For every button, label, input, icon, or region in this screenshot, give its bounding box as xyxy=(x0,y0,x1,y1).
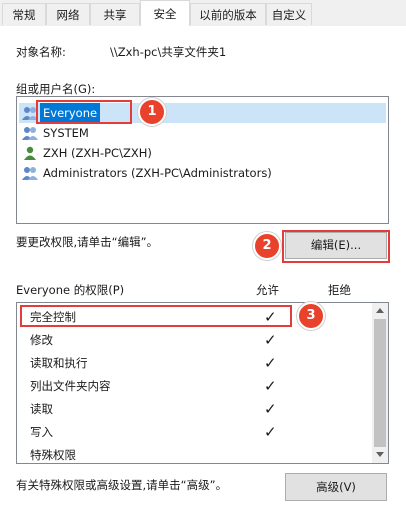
user-icon xyxy=(24,146,36,160)
scroll-down-icon[interactable] xyxy=(376,452,384,457)
change-hint: 要更改权限,请单击“编辑”。 xyxy=(16,235,159,249)
users-icon xyxy=(22,167,38,180)
security-panel: 对象名称: \\Zxh-pc\共享文件夹1 组或用户名(G): Everyone… xyxy=(0,26,406,524)
permission-name: 写入 xyxy=(30,425,53,439)
object-name-label: 对象名称: xyxy=(16,45,66,59)
tab-network[interactable]: 网络 xyxy=(46,3,90,25)
list-item-zxh[interactable]: ZXH (ZXH-PC\ZXH) xyxy=(19,143,386,163)
highlight-everyone xyxy=(36,100,132,124)
permission-row-write: 写入 ✓ xyxy=(17,421,372,444)
user-name: ZXH (ZXH-PC\ZXH) xyxy=(43,146,152,160)
permission-name: 修改 xyxy=(30,333,53,347)
allow-check-icon: ✓ xyxy=(264,377,277,395)
list-item-system[interactable]: SYSTEM xyxy=(19,123,386,143)
permission-row-modify: 修改 ✓ xyxy=(17,329,372,352)
groups-label: 组或用户名(G): xyxy=(16,82,96,96)
allow-check-icon: ✓ xyxy=(264,423,277,441)
object-name-value: \\Zxh-pc\共享文件夹1 xyxy=(110,45,227,59)
allow-check-icon: ✓ xyxy=(264,354,277,372)
list-item-administrators[interactable]: Administrators (ZXH-PC\Administrators) xyxy=(19,163,386,183)
permission-row-read: 读取 ✓ xyxy=(17,398,372,421)
permission-row-special: 特殊权限 xyxy=(17,444,372,467)
tab-sharing[interactable]: 共享 xyxy=(90,3,140,25)
user-name: SYSTEM xyxy=(43,126,89,140)
permission-row-read-execute: 读取和执行 ✓ xyxy=(17,352,372,375)
annotation-badge-2: 2 xyxy=(253,232,281,260)
annotation-badge-3: 3 xyxy=(297,302,325,330)
tab-general[interactable]: 常规 xyxy=(2,3,46,25)
allow-check-icon: ✓ xyxy=(264,331,277,349)
highlight-full-control xyxy=(20,305,292,327)
permission-name: 列出文件夹内容 xyxy=(30,379,111,393)
tab-previous-versions[interactable]: 以前的版本 xyxy=(190,3,266,25)
highlight-edit-button xyxy=(282,230,390,263)
annotation-badge-1: 1 xyxy=(138,98,166,126)
user-name: Administrators (ZXH-PC\Administrators) xyxy=(43,166,272,180)
tab-bar: 常规 网络 共享 安全 以前的版本 自定义 xyxy=(0,0,406,27)
permission-name: 读取 xyxy=(30,402,53,416)
permission-name: 读取和执行 xyxy=(30,356,88,370)
scroll-up-icon[interactable] xyxy=(376,308,384,313)
deny-column-header: 拒绝 xyxy=(328,283,351,297)
allow-column-header: 允许 xyxy=(256,283,279,297)
permissions-label: Everyone 的权限(P) xyxy=(16,283,125,297)
permission-name: 特殊权限 xyxy=(30,448,76,462)
permission-row-list-folder: 列出文件夹内容 ✓ xyxy=(17,375,372,398)
permissions-scrollbar[interactable] xyxy=(372,303,388,463)
users-icon xyxy=(22,127,38,140)
advanced-hint: 有关特殊权限或高级设置,请单击“高级”。 xyxy=(16,478,228,492)
tab-security[interactable]: 安全 xyxy=(140,0,190,27)
scroll-thumb[interactable] xyxy=(374,319,386,447)
tab-customize[interactable]: 自定义 xyxy=(266,3,312,25)
allow-check-icon: ✓ xyxy=(264,400,277,418)
advanced-button[interactable]: 高级(V) xyxy=(285,473,387,501)
